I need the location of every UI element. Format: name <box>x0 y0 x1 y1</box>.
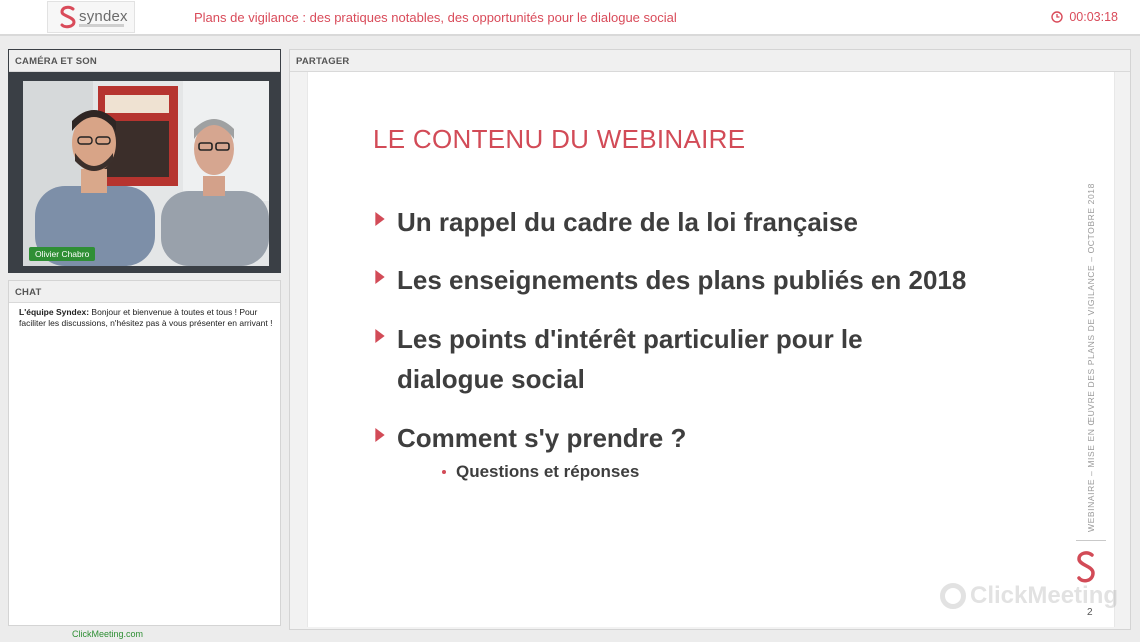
clickmeeting-watermark-icon <box>940 583 966 609</box>
timer-value: 00:03:18 <box>1069 10 1118 24</box>
slide-bullet-text: Les enseignements des plans publiés en 2… <box>397 265 967 295</box>
camera-panel: CAMÉRA ET SON Olivier Chabro <box>8 49 281 273</box>
logo-tagline <box>79 24 124 27</box>
bullet-arrow-icon <box>375 270 385 284</box>
slide-bullet-text: Un rappel du cadre de la loi française <box>397 207 858 237</box>
participant-name-tag: Olivier Chabro <box>29 247 96 261</box>
logo-text: syndex <box>79 8 128 25</box>
slide-bullet-text: Comment s'y prendre ? <box>397 423 687 453</box>
slide-sub-bullet: Questions et réponses <box>442 462 639 482</box>
watermark-text: ClickMeeting <box>970 582 1119 609</box>
chat-panel: CHAT L'équipe Syndex: Bonjour et bienven… <box>8 280 281 626</box>
slide-bullet: Comment s'y prendre ? <box>373 418 686 458</box>
sub-bullet-dot-icon <box>442 470 446 474</box>
meeting-title: Plans de vigilance : des pratiques notab… <box>194 10 677 25</box>
syndex-logo: syndex <box>47 1 135 33</box>
bullet-arrow-icon <box>375 329 385 343</box>
chat-panel-title: CHAT <box>9 281 280 303</box>
chat-message-sender: L'équipe Syndex: <box>19 307 90 317</box>
slide-side-caption: WEBINAIRE – MISE EN ŒUVRE DES PLANS DE V… <box>1086 183 1096 532</box>
share-panel-title: PARTAGER <box>290 50 1130 72</box>
clickmeeting-watermark: ClickMeeting <box>940 582 1118 610</box>
video-frame-image <box>23 81 269 266</box>
top-bar: syndex Plans de vigilance : des pratique… <box>0 0 1140 36</box>
meeting-timer: 00:03:18 <box>1051 10 1118 24</box>
slide-bullet: Les enseignements des plans publiés en 2… <box>373 260 966 300</box>
camera-panel-title: CAMÉRA ET SON <box>9 50 280 72</box>
slide-title: LE CONTENU DU WEBINAIRE <box>373 124 746 154</box>
slide-sub-bullet-text: Questions et réponses <box>456 462 640 481</box>
chat-message: L'équipe Syndex: Bonjour et bienvenue à … <box>19 307 277 329</box>
participant-video[interactable]: Olivier Chabro <box>23 81 269 266</box>
slide-bullet-text: Les points d'intérêt particulier pour le… <box>397 319 863 399</box>
slide-bullet-line: Les points d'intérêt particulier pour le <box>397 324 863 354</box>
syndex-logo-icon <box>60 5 76 29</box>
share-panel: PARTAGER LE CONTENU DU WEBINAIRE Un rapp… <box>289 49 1131 630</box>
slide-bullet: Un rappel du cadre de la loi française <box>373 202 858 242</box>
slide-bullet: Les points d'intérêt particulier pour le… <box>373 319 863 399</box>
bullet-arrow-icon <box>375 428 385 442</box>
slide-page-number: 2 <box>1087 607 1093 618</box>
presentation-slide: LE CONTENU DU WEBINAIRE Un rappel du cad… <box>307 72 1118 627</box>
clock-icon <box>1051 11 1064 23</box>
slide-side-divider <box>1076 540 1106 541</box>
syndex-slide-logo-icon <box>1077 551 1095 583</box>
slide-bullet-line: dialogue social <box>397 364 585 394</box>
bullet-arrow-icon <box>375 212 385 226</box>
clickmeeting-link[interactable]: ClickMeeting.com <box>72 629 143 639</box>
